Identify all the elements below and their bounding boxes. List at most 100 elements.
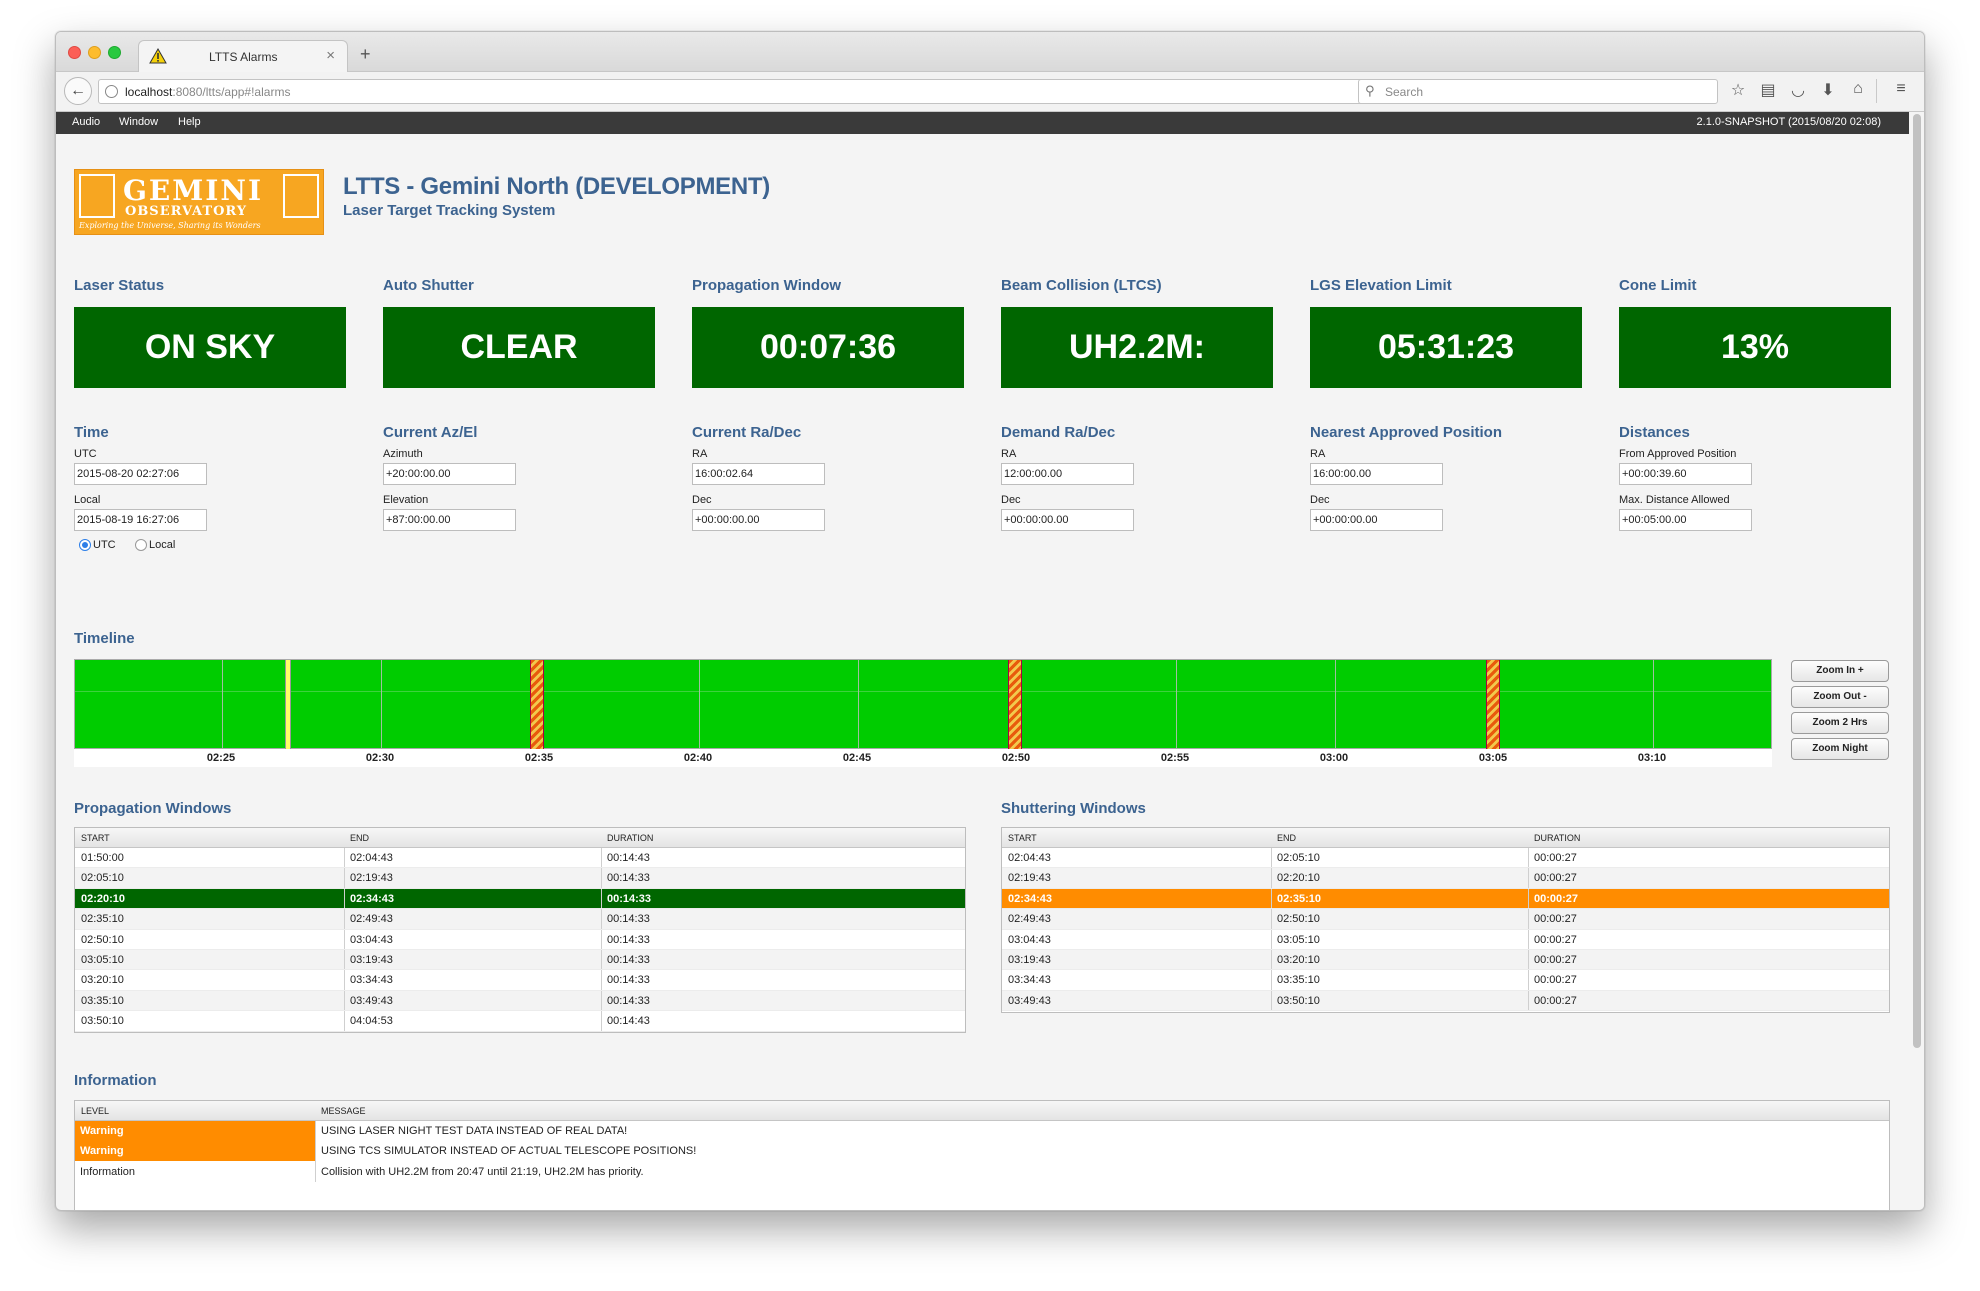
table-cell: 02:34:43 [1008,892,1053,905]
table-cell: 00:14:43 [607,852,650,864]
home-icon[interactable]: ⌂ [1848,80,1868,98]
table-header: START END DURATION [1002,828,1889,848]
zoom-2hrs-button[interactable]: Zoom 2 Hrs [1791,712,1889,734]
menu-help[interactable]: Help [178,116,201,128]
app-menu-bar: Audio Window Help 2.1.0-SNAPSHOT (2015/0… [56,112,1909,134]
utc-radio-label: UTC [93,539,116,551]
table-header: LEVEL MESSAGE [75,1101,1889,1121]
main-content: GEMINI OBSERVATORY Exploring the Univers… [56,134,1909,1210]
elevation-label: Elevation [383,494,429,506]
timeline-heading: Timeline [74,630,135,647]
tab-close-icon[interactable]: × [326,47,335,64]
level-cell: Information [80,1165,136,1178]
level-cell: Warning [75,1121,315,1141]
table-row[interactable]: 03:35:10 03:49:43 00:14:33 [75,990,965,1012]
new-tab-icon[interactable]: + [360,44,371,65]
table-row[interactable]: 02:04:43 02:05:10 00:00:27 [1002,848,1889,869]
table-row[interactable]: 02:50:10 03:04:43 00:14:33 [75,929,965,950]
local-field[interactable]: 2015-08-19 16:27:06 [74,509,207,531]
browser-window: LTTS Alarms × + ← localhost:8080/ltts/ap… [55,31,1925,1211]
scrollbar-thumb[interactable] [1913,114,1921,1048]
utc-radio[interactable] [79,539,91,551]
table-header: START END DURATION [75,828,965,848]
table-cell: 02:35:10 [81,913,124,926]
url-text: localhost:8080/ltts/app#!alarms [125,85,291,99]
table-row[interactable]: 02:19:43 02:20:10 00:00:27 [1002,868,1889,889]
hamburger-menu-icon[interactable]: ≡ [1891,80,1911,98]
timeline-axis: 02:25 02:30 02:35 02:40 02:45 02:50 02:5… [74,749,1772,767]
demand-ra-label: RA [1001,448,1017,460]
table-row[interactable]: Information Collision with UH2.2M from 20… [75,1161,1889,1183]
table-row[interactable]: 02:34:43 02:35:10 00:00:27 [1002,888,1889,910]
demand-ra-field[interactable]: 12:00:00.00 [1001,463,1134,485]
search-icon: ⚲ [1365,83,1375,98]
table-row[interactable]: Warning USING LASER NIGHT TEST DATA INSTE… [75,1121,1889,1142]
table-cell: 03:20:10 [1277,953,1320,966]
menu-window[interactable]: Window [119,116,158,128]
table-row[interactable]: 03:04:43 03:05:10 00:00:27 [1002,929,1889,950]
table-row[interactable]: 01:50:00 02:04:43 00:14:43 [75,848,965,869]
level-cell: Warning [75,1141,315,1162]
zoom-night-button[interactable]: Zoom Night [1791,738,1889,760]
timeline-tick: 03:05 [1478,752,1508,764]
minimize-window-button[interactable] [88,46,101,59]
table-cell: 03:34:43 [1008,974,1051,987]
timeline-now-marker[interactable] [285,660,291,750]
table-row[interactable]: 03:50:10 04:04:53 00:14:43 [75,1011,965,1032]
menu-audio[interactable]: Audio [72,116,100,128]
table-row[interactable]: 02:05:10 02:19:43 00:14:33 [75,868,965,889]
nearest-dec-field[interactable]: +00:00:00.00 [1310,509,1443,531]
table-row[interactable]: 02:20:10 02:34:43 00:14:33 [75,888,965,910]
download-icon[interactable]: ⬇ [1818,80,1838,100]
table-row[interactable]: 03:19:43 03:20:10 00:00:27 [1002,949,1889,971]
table-row[interactable]: 03:34:43 03:35:10 00:00:27 [1002,970,1889,991]
back-button[interactable]: ← [64,77,92,105]
table-cell: 00:14:33 [607,953,650,966]
url-bar[interactable]: localhost:8080/ltts/app#!alarms ▿ ↻ [98,79,1398,104]
table-cell: 00:00:27 [1534,892,1579,905]
elevation-field[interactable]: +87:00:00.00 [383,509,516,531]
nearest-ra-label: RA [1310,448,1326,460]
table-row[interactable]: 03:20:10 03:34:43 00:14:33 [75,970,965,991]
zoom-in-button[interactable]: Zoom In + [1791,660,1889,682]
zoom-out-button[interactable]: Zoom Out - [1791,686,1889,708]
reading-list-icon[interactable]: ▤ [1758,80,1778,100]
pocket-icon[interactable]: ◡ [1788,80,1808,100]
close-window-button[interactable] [68,46,81,59]
scrollbar[interactable] [1909,112,1924,1210]
from-approved-field[interactable]: +00:00:39.60 [1619,463,1752,485]
zoom-window-button[interactable] [108,46,121,59]
table-cell: 03:04:43 [1008,933,1051,946]
warning-icon [149,48,167,64]
table-cell: 03:19:43 [350,953,393,966]
demand-dec-field[interactable]: +00:00:00.00 [1001,509,1134,531]
timeline-chart[interactable] [74,659,1772,750]
current-dec-field[interactable]: +00:00:00.00 [692,509,825,531]
azimuth-field[interactable]: +20:00:00.00 [383,463,516,485]
table-row[interactable]: 03:49:43 03:50:10 00:00:27 [1002,990,1889,1012]
lgs-elevation-value: 05:31:23 [1310,307,1582,388]
utc-field[interactable]: 2015-08-20 02:27:06 [74,463,207,485]
lgs-elevation-label: LGS Elevation Limit [1310,277,1452,294]
timeline-tick: 02:55 [1160,752,1190,764]
nearest-dec-label: Dec [1310,494,1330,506]
table-row[interactable]: 03:05:10 03:19:43 00:14:33 [75,949,965,971]
nearest-ra-field[interactable]: 16:00:00.00 [1310,463,1443,485]
local-radio[interactable] [135,539,147,551]
propagation-windows-heading: Propagation Windows [74,800,232,817]
table-cell: 03:35:10 [1277,974,1320,987]
timeline-tick: 03:10 [1637,752,1667,764]
current-ra-field[interactable]: 16:00:02.64 [692,463,825,485]
table-cell: 00:14:33 [607,933,650,946]
search-bar[interactable]: ⚲ Search [1358,79,1718,104]
table-row[interactable]: 02:49:43 02:50:10 00:00:27 [1002,909,1889,930]
timeline-shutter-band [530,660,544,750]
table-row[interactable]: 02:35:10 02:49:43 00:14:33 [75,909,965,930]
browser-tab[interactable]: LTTS Alarms × [138,40,348,73]
table-cell: 03:05:10 [81,953,124,966]
max-distance-field[interactable]: +00:05:00.00 [1619,509,1752,531]
propagation-window-label: Propagation Window [692,277,842,294]
table-row[interactable]: Warning USING TCS SIMULATOR INSTEAD OF AC… [75,1141,1889,1162]
table-cell: 03:34:43 [350,974,393,987]
bookmark-star-icon[interactable]: ☆ [1728,80,1748,100]
